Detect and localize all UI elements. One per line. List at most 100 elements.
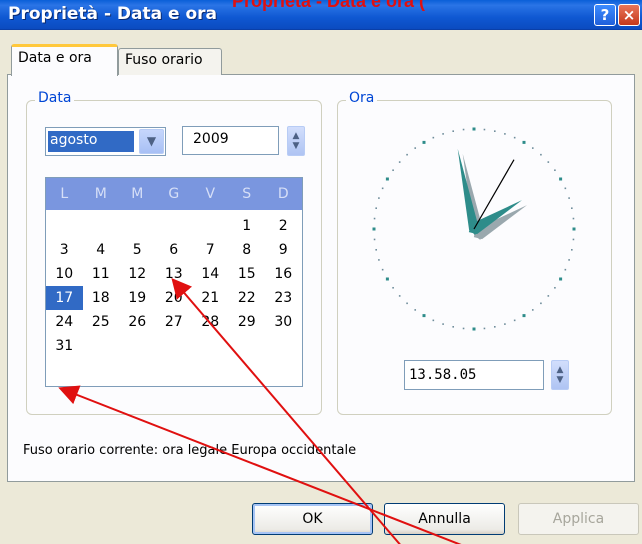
clock-minute-marker [381,268,384,271]
date-group-legend: Data [35,90,75,106]
help-button[interactable]: ? [594,4,616,26]
calendar-day[interactable]: 25 [83,310,120,334]
calendar-day[interactable]: 17 [46,286,83,310]
calendar-day[interactable]: 28 [192,310,229,334]
calendar-day[interactable]: 5 [119,238,156,262]
clock-minute-marker [462,327,465,330]
month-value: agosto [48,131,134,152]
spin-up-icon[interactable]: ▲ [288,132,304,141]
calendar-day[interactable]: 26 [119,310,156,334]
calendar-day[interactable]: 18 [83,286,120,310]
weekday-label: L [60,186,69,202]
clock-minute-marker [398,161,401,163]
calendar-week-row: 3456789 [46,238,302,262]
clock-minute-marker [483,128,486,131]
close-button[interactable]: × [618,4,640,26]
calendar-day[interactable]: 4 [83,238,120,262]
clock-minute-marker [571,207,573,210]
clock-minute-marker [513,319,516,322]
calendar-day[interactable]: 16 [265,262,302,286]
calendar-day[interactable]: 10 [46,262,83,286]
calendar-empty-cell [119,334,156,358]
calendar-day[interactable]: 11 [83,262,120,286]
calendar-empty-cell [192,214,229,238]
calendar-day[interactable]: 19 [119,286,156,310]
spin-up-icon[interactable]: ▲ [552,366,568,375]
clock-minute-marker [373,217,376,220]
time-input[interactable]: 13.58.05 [404,360,544,390]
cancel-button[interactable]: Annulla [384,503,505,535]
clock-minute-marker [554,169,556,172]
calendar-day[interactable]: 30 [265,310,302,334]
year-spinner[interactable]: ▲ ▼ [287,126,305,156]
clock-minute-marker [554,286,556,289]
clock-minute-marker [462,128,465,131]
month-dropdown-button[interactable]: ▼ [139,129,164,154]
clock-minute-marker [568,197,570,199]
time-group-legend: Ora [346,90,378,106]
calendar-empty-cell [156,334,193,358]
calendar-day[interactable]: 14 [192,262,229,286]
clock-hour-marker [385,277,389,281]
calendar-day[interactable]: 2 [265,214,302,238]
time-spinner[interactable]: ▲ ▼ [551,360,569,390]
clock-hour-marker [472,127,476,131]
clock-minute-marker [547,295,550,297]
calendar-week-row: 12 [46,214,302,238]
clock-minute-marker [432,319,435,322]
clock-minute-marker [406,153,408,156]
calendar-day[interactable]: 9 [265,238,302,262]
tab-fuso-orario[interactable]: Fuso orario [118,48,222,75]
clock-minute-marker [392,286,394,289]
clock-hour-marker [372,227,376,231]
ok-button[interactable]: OK [252,503,373,535]
year-input[interactable]: 2009 [182,126,279,155]
spin-down-icon[interactable]: ▼ [552,376,568,385]
calendar-empty-cell [192,334,229,358]
calendar-day[interactable]: 21 [192,286,229,310]
weekday-label: D [277,186,289,202]
calendar-day[interactable]: 29 [229,310,266,334]
calendar-day[interactable]: 15 [229,262,266,286]
weekday-label: V [205,186,216,202]
clock-minute-marker [373,238,376,241]
calendar-day[interactable]: 8 [229,238,266,262]
clock-minute-marker [398,295,401,297]
calendar-day[interactable]: 1 [229,214,266,238]
calendar-day[interactable]: 3 [46,238,83,262]
calendar-day[interactable]: 22 [229,286,266,310]
clock-hour-marker [559,177,563,181]
current-timezone-label: Fuso orario corrente: ora legale Europa … [23,443,357,458]
calendar-day[interactable]: 27 [156,310,193,334]
clock-minute-marker [392,169,394,172]
calendar-day[interactable]: 13 [156,262,193,286]
clock-minute-marker [547,161,550,163]
calendar-day[interactable]: 12 [119,262,156,286]
calendar-day[interactable]: 24 [46,310,83,334]
clock-minute-marker [513,136,516,139]
calendar-weekday-header: L M M G V S D [46,178,302,210]
calendar-day[interactable]: 23 [265,286,302,310]
tab-data-e-ora[interactable]: Data e ora [11,44,118,76]
clock-hour-marker [472,327,476,331]
clock-minute-marker [378,259,380,261]
clock-minute-marker [414,147,417,149]
close-icon: × [622,6,636,24]
clock-hour-marker [572,227,576,231]
month-select[interactable]: agosto ▼ [45,127,166,156]
window-title: Proprietà - Data e ora [8,4,218,24]
weekday-label: G [168,186,180,202]
clock-minute-marker [572,238,575,241]
apply-button[interactable]: Applica [518,503,639,535]
clock-minute-marker [432,136,435,139]
clock-minute-marker [375,207,377,210]
clock-minute-marker [540,153,542,156]
calendar-week-row: 24 25 26 27 28 29 30 [46,310,302,334]
clock-minute-marker [452,130,455,132]
clock-minute-marker [493,130,496,132]
calendar-day[interactable]: 7 [192,238,229,262]
calendar-day[interactable]: 31 [46,334,83,358]
spin-down-icon[interactable]: ▼ [288,142,304,151]
calendar-day[interactable]: 6 [156,238,193,262]
calendar-day[interactable]: 20 [156,286,193,310]
